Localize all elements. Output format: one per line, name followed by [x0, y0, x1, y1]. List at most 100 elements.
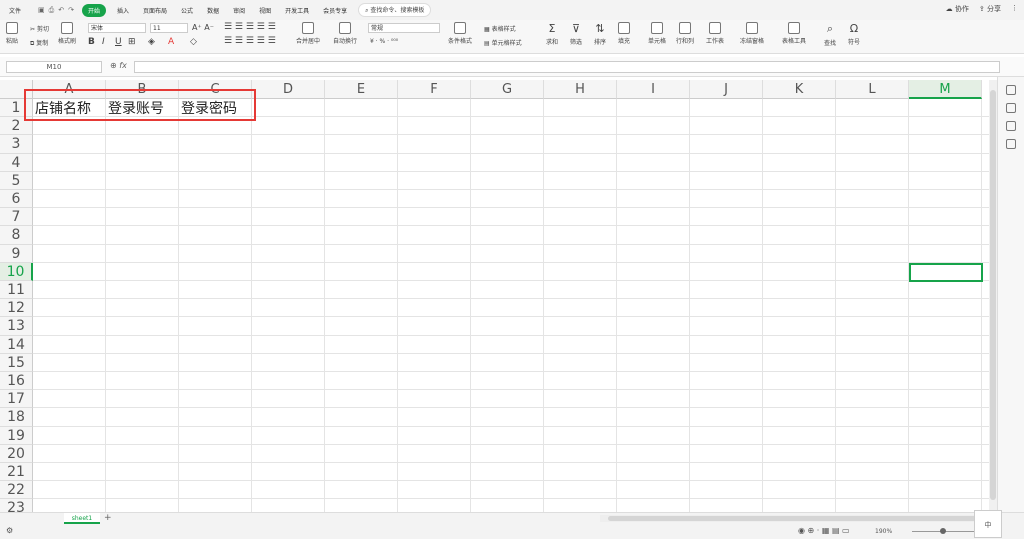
row-header-2[interactable]: 2	[0, 117, 33, 136]
more-icon[interactable]: ⋮	[1011, 4, 1018, 14]
vertical-scroll-thumb[interactable]	[990, 90, 996, 500]
row-header-6[interactable]: 6	[0, 190, 33, 209]
font-grow-icon[interactable]: A⁺ A⁻	[192, 23, 214, 32]
fill-color-icon[interactable]: ◈	[148, 37, 155, 47]
table-tools-button[interactable]: 表格工具	[782, 22, 806, 45]
align-top-icon[interactable]: ☰ ☰ ☰ ☰ ☰	[224, 22, 276, 32]
sum-button[interactable]: Σ 求和	[546, 22, 558, 46]
row-header-7[interactable]: 7	[0, 208, 33, 227]
zoom-level[interactable]: 190%	[875, 528, 892, 535]
column-header-H[interactable]: H	[544, 80, 617, 99]
font-color-icon[interactable]: A	[168, 37, 174, 47]
tab-data[interactable]: 数据	[204, 4, 222, 17]
row-header-8[interactable]: 8	[0, 226, 33, 245]
row-header-15[interactable]: 15	[0, 353, 33, 372]
font-size-select[interactable]: 11	[150, 23, 188, 33]
cell-B1[interactable]: 登录账号	[106, 100, 179, 118]
column-header-E[interactable]: E	[325, 80, 398, 99]
font-name-select[interactable]: 宋体	[88, 23, 146, 33]
column-header-C[interactable]: C	[179, 80, 252, 99]
save-icon[interactable]: ▣	[38, 6, 45, 14]
properties-icon[interactable]	[1006, 103, 1016, 113]
filter-button[interactable]: ⊽ 筛选	[570, 22, 582, 46]
border-icon[interactable]: ⊞	[128, 37, 136, 47]
select-all-corner[interactable]	[0, 80, 33, 99]
column-header-D[interactable]: D	[252, 80, 325, 99]
row-header-3[interactable]: 3	[0, 135, 33, 154]
copy-button[interactable]: ⧉ 复制	[30, 38, 48, 48]
tab-page-layout[interactable]: 页面布局	[140, 4, 170, 17]
tab-member[interactable]: 会员专享	[320, 4, 350, 17]
column-header-I[interactable]: I	[617, 80, 690, 99]
bold-button[interactable]: B	[88, 37, 95, 47]
undo-icon[interactable]: ↶	[58, 6, 64, 14]
worksheet-button[interactable]: 工作表	[706, 22, 724, 45]
row-header-17[interactable]: 17	[0, 390, 33, 409]
paste-button[interactable]: 粘贴	[6, 22, 18, 45]
row-header-1[interactable]: 1	[0, 99, 33, 118]
tab-home[interactable]: 开始	[82, 3, 107, 17]
vertical-scrollbar[interactable]	[989, 80, 997, 512]
horizontal-scroll-thumb[interactable]	[608, 516, 978, 521]
column-header-A[interactable]: A	[33, 80, 106, 99]
backup-icon[interactable]	[1006, 121, 1016, 131]
row-header-18[interactable]: 18	[0, 408, 33, 427]
merge-button[interactable]: 合并居中	[296, 22, 320, 45]
cell-C1[interactable]: 登录密码	[179, 100, 252, 118]
number-format-select[interactable]: 常规	[368, 23, 440, 33]
fx-icon[interactable]: ⊕ fx	[110, 61, 127, 70]
freeze-button[interactable]: 冻结窗格	[740, 22, 764, 45]
add-sheet-button[interactable]: +	[104, 513, 112, 524]
pointer-icon[interactable]	[1006, 85, 1016, 95]
tab-insert[interactable]: 插入	[114, 4, 132, 17]
macro-icon[interactable]: ⚙	[6, 526, 13, 535]
horizontal-scrollbar[interactable]	[600, 515, 990, 522]
tab-view[interactable]: 视图	[256, 4, 274, 17]
sort-button[interactable]: ⇅ 排序	[594, 22, 606, 46]
tab-formulas[interactable]: 公式	[178, 4, 196, 17]
row-header-10[interactable]: 10	[0, 262, 33, 281]
file-menu[interactable]: 文件	[6, 4, 24, 17]
row-header-22[interactable]: 22	[0, 481, 33, 500]
column-header-F[interactable]: F	[398, 80, 471, 99]
cell-A1[interactable]: 店铺名称	[33, 100, 106, 118]
row-header-4[interactable]: 4	[0, 153, 33, 172]
row-header-19[interactable]: 19	[0, 426, 33, 445]
collab-button[interactable]: ☁ 协作	[946, 4, 969, 14]
format-painter-button[interactable]: 格式刷	[58, 22, 76, 45]
row-header-9[interactable]: 9	[0, 244, 33, 263]
command-search[interactable]: ⌕ 查找命令、搜索模板	[358, 3, 432, 17]
row-header-11[interactable]: 11	[0, 281, 33, 300]
active-cell-M10[interactable]	[909, 263, 983, 282]
clear-icon[interactable]: ◇	[190, 37, 197, 47]
cond-format-button[interactable]: 条件格式	[448, 22, 472, 45]
name-box[interactable]: M10	[6, 61, 102, 73]
fill-button[interactable]: 填充	[618, 22, 630, 45]
view-mode-icons[interactable]: ◉ ⊕ · ▦ ▤ ▭	[798, 526, 850, 535]
currency-percent-icons[interactable]: ¥ · % · ⁰⁰⁰	[370, 38, 398, 45]
row-header-5[interactable]: 5	[0, 171, 33, 190]
cut-button[interactable]: ✂ 剪切	[30, 24, 49, 33]
row-header-13[interactable]: 13	[0, 317, 33, 336]
row-header-23[interactable]: 23	[0, 499, 33, 512]
column-header-M[interactable]: M	[909, 80, 982, 99]
tab-review[interactable]: 审阅	[230, 4, 248, 17]
print-icon[interactable]: ⎙	[49, 6, 55, 15]
column-header-K[interactable]: K	[763, 80, 836, 99]
row-header-16[interactable]: 16	[0, 372, 33, 391]
symbol-button[interactable]: Ω 符号	[848, 22, 860, 46]
row-header-12[interactable]: 12	[0, 299, 33, 318]
wrap-button[interactable]: 自动换行	[333, 22, 357, 45]
share-button[interactable]: ⇪ 分享	[979, 4, 1001, 14]
align-left-icon[interactable]: ☰ ☰ ☰ ☰ ☰	[224, 36, 276, 46]
formula-input[interactable]	[134, 61, 1000, 73]
help-icon[interactable]	[1006, 139, 1016, 149]
find-button[interactable]: ⌕ 查找	[824, 22, 836, 47]
cell-style-button[interactable]: ▤ 单元格样式	[484, 38, 522, 47]
cell-button[interactable]: 单元格	[648, 22, 666, 45]
zoom-slider-knob[interactable]	[940, 528, 946, 534]
table-style-button[interactable]: ▦ 表格样式	[484, 24, 516, 33]
zoom-slider[interactable]	[912, 531, 982, 532]
tab-developer[interactable]: 开发工具	[282, 4, 312, 17]
ime-indicator[interactable]: 中	[974, 510, 1002, 538]
